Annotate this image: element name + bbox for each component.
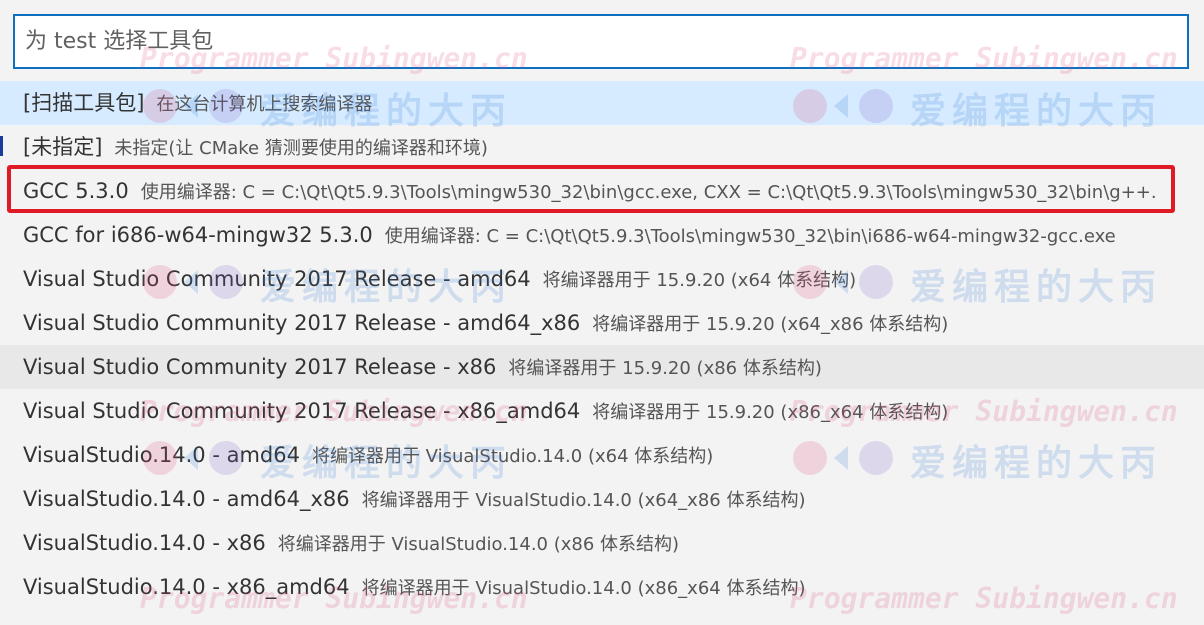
- kit-search-input[interactable]: [13, 14, 1189, 69]
- kit-list: [扫描工具包] 在这台计算机上搜索编译器 [未指定] 未指定(让 CMake 猜测要…: [0, 81, 1204, 609]
- kit-item-gcc-i686[interactable]: GCC for i686-w64-mingw32 5.3.0 使用编译器: C =…: [0, 213, 1204, 257]
- search-bar: [0, 0, 1204, 80]
- kit-item-vs14-x86[interactable]: VisualStudio.14.0 - x86 将编译器用于 VisualStud…: [0, 521, 1204, 565]
- kit-item-vs2017-x86-amd64[interactable]: Visual Studio Community 2017 Release - x…: [0, 389, 1204, 433]
- kit-label: [未指定]: [23, 135, 103, 159]
- kit-desc: 未指定(让 CMake 猜测要使用的编译器和环境): [114, 138, 488, 159]
- kit-label: VisualStudio.14.0 - amd64: [23, 443, 300, 467]
- kit-label: Visual Studio Community 2017 Release - a…: [23, 267, 531, 291]
- kit-label: VisualStudio.14.0 - x86_amd64: [23, 575, 350, 599]
- kit-label: VisualStudio.14.0 - x86: [23, 531, 266, 555]
- kit-label: [扫描工具包]: [23, 91, 145, 115]
- kit-label: VisualStudio.14.0 - amd64_x86: [23, 487, 350, 511]
- kit-desc: 将编译器用于 15.9.20 (x86_x64 体系结构): [592, 402, 949, 423]
- kit-desc: 在这台计算机上搜索编译器: [156, 94, 373, 115]
- kit-desc: 将编译器用于 15.9.20 (x86 体系结构): [508, 358, 822, 379]
- kit-desc: 将编译器用于 VisualStudio.14.0 (x64 体系结构): [311, 446, 714, 467]
- kit-desc: 将编译器用于 VisualStudio.14.0 (x86_x64 体系结构): [361, 578, 806, 599]
- kit-item-vs14-amd64[interactable]: VisualStudio.14.0 - amd64 将编译器用于 VisualSt…: [0, 433, 1204, 477]
- kit-item-vs14-x86-amd64[interactable]: VisualStudio.14.0 - x86_amd64 将编译器用于 Visu…: [0, 565, 1204, 609]
- kit-quick-pick: [扫描工具包] 在这台计算机上搜索编译器 [未指定] 未指定(让 CMake 猜测要…: [0, 0, 1204, 625]
- kit-desc: 使用编译器: C = C:\Qt\Qt5.9.3\Tools\mingw530_…: [140, 182, 1189, 203]
- kit-item-vs2017-x86[interactable]: Visual Studio Community 2017 Release - x…: [0, 345, 1204, 389]
- kit-item-vs14-amd64-x86[interactable]: VisualStudio.14.0 - amd64_x86 将编译器用于 Visu…: [0, 477, 1204, 521]
- kit-item-scan[interactable]: [扫描工具包] 在这台计算机上搜索编译器: [0, 81, 1204, 125]
- kit-label: GCC 5.3.0: [23, 179, 129, 203]
- kit-item-vs2017-amd64[interactable]: Visual Studio Community 2017 Release - a…: [0, 257, 1204, 301]
- kit-desc: 将编译器用于 15.9.20 (x64 体系结构): [542, 270, 857, 291]
- kit-desc: 将编译器用于 VisualStudio.14.0 (x86 体系结构): [277, 534, 680, 555]
- kit-label: Visual Studio Community 2017 Release - a…: [23, 311, 581, 335]
- kit-item-vs2017-amd64-x86[interactable]: Visual Studio Community 2017 Release - a…: [0, 301, 1204, 345]
- kit-item-unspecified[interactable]: [未指定] 未指定(让 CMake 猜测要使用的编译器和环境): [0, 125, 1204, 169]
- kit-label: Visual Studio Community 2017 Release - x…: [23, 399, 581, 423]
- kit-label: GCC for i686-w64-mingw32 5.3.0: [23, 223, 373, 247]
- kit-item-gcc-530[interactable]: GCC 5.3.0 使用编译器: C = C:\Qt\Qt5.9.3\Tools\…: [0, 169, 1204, 213]
- kit-label: Visual Studio Community 2017 Release - x…: [23, 355, 497, 379]
- kit-desc: 使用编译器: C = C:\Qt\Qt5.9.3\Tools\mingw530_…: [384, 226, 1116, 247]
- kit-desc: 将编译器用于 VisualStudio.14.0 (x64_x86 体系结构): [361, 490, 806, 511]
- kit-desc: 将编译器用于 15.9.20 (x64_x86 体系结构): [592, 314, 949, 335]
